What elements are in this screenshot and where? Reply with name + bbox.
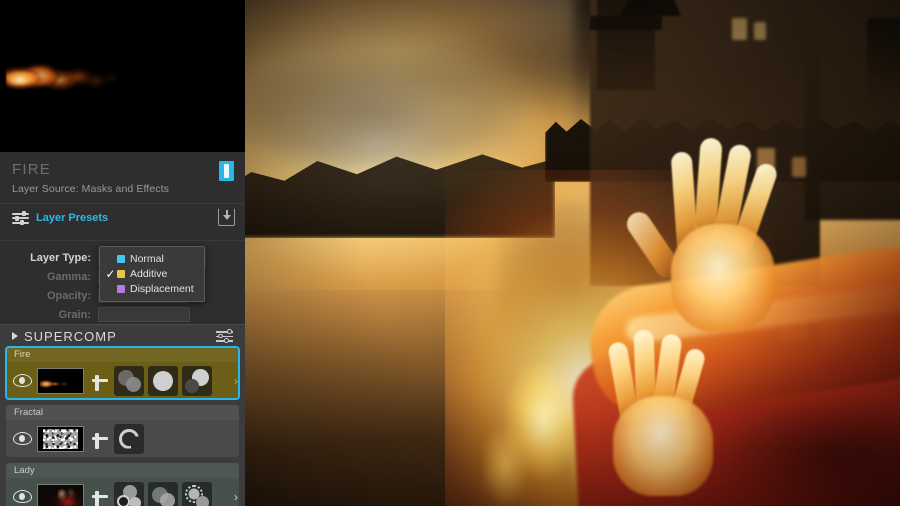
palm xyxy=(613,396,713,496)
robe-shadow xyxy=(715,400,900,506)
effect-shape xyxy=(196,495,209,506)
expand-arrow-icon[interactable] xyxy=(12,332,18,340)
add-effect-plus-icon[interactable] xyxy=(89,428,111,450)
add-effect-plus-icon[interactable] xyxy=(89,486,111,506)
layer-thumbnail[interactable] xyxy=(37,425,84,452)
layer-body: › xyxy=(6,478,239,506)
thumbnail-content xyxy=(38,484,83,506)
effect-shape xyxy=(129,496,141,506)
effect-shape xyxy=(153,370,173,391)
page-title: FIRE xyxy=(12,161,51,178)
effect-thumbnail[interactable] xyxy=(148,365,178,396)
layer-presets-label[interactable]: Layer Presets xyxy=(36,212,108,224)
add-effect-plus-icon[interactable] xyxy=(89,370,111,392)
visibility-eye-icon[interactable] xyxy=(13,432,32,445)
layer-source-book-icon[interactable] xyxy=(219,161,234,181)
menu-item-additive[interactable]: ✓ Additive xyxy=(100,266,204,281)
visibility-eye-icon[interactable] xyxy=(13,374,32,387)
castle-window xyxy=(754,22,766,40)
stack-settings-icon[interactable] xyxy=(216,329,233,343)
effect-thumbnail[interactable] xyxy=(114,423,144,454)
layer-row-fractal[interactable]: Fractal xyxy=(6,405,239,457)
effect-shape xyxy=(119,428,139,449)
thumbnail-content xyxy=(40,379,70,388)
effect-thumbnail[interactable] xyxy=(182,365,212,396)
layer-row-fire[interactable]: Fire › xyxy=(5,346,240,400)
grain-row: Grain: xyxy=(0,305,245,324)
menu-swatch xyxy=(117,284,125,293)
layer-name-label: Lady xyxy=(6,463,239,478)
layer-body xyxy=(6,420,239,457)
menu-item-displacement[interactable]: Displacement xyxy=(100,281,204,296)
properties-panel: FIRE Layer Source: Masks and Effects Lay… xyxy=(0,152,245,324)
composite-viewport[interactable] xyxy=(245,0,900,506)
fire-element-preview xyxy=(6,62,134,98)
thumbnail-content xyxy=(43,428,78,449)
castle-window xyxy=(792,157,806,177)
menu-item-label: Additive xyxy=(130,267,168,280)
layer-name-label: Fractal xyxy=(6,405,239,420)
opacity-label: Opacity: xyxy=(46,289,91,302)
layer-thumbnail[interactable] xyxy=(37,483,84,506)
effect-shape xyxy=(185,378,199,393)
layer-type-label: Layer Type: xyxy=(30,251,91,264)
menu-swatch xyxy=(117,254,125,263)
effect-thumbnail[interactable] xyxy=(182,481,212,506)
sliders-icon xyxy=(12,211,29,225)
grain-input[interactable] xyxy=(98,307,190,322)
grain-label: Grain: xyxy=(58,308,91,321)
layer-type-dropdown-menu[interactable]: Normal ✓ Additive Displacement xyxy=(99,246,205,302)
layer-thumbnail[interactable] xyxy=(37,367,84,394)
layer-row-lady[interactable]: Lady › xyxy=(6,463,239,506)
visibility-eye-icon[interactable] xyxy=(13,490,32,503)
more-effects-chevron-icon[interactable]: › xyxy=(234,374,238,388)
menu-item-label: Displacement xyxy=(130,282,194,295)
layer-source-label: Layer Source: Masks and Effects xyxy=(12,183,169,195)
layer-body: › xyxy=(6,362,239,399)
properties-header: FIRE Layer Source: Masks and Effects xyxy=(0,152,245,195)
layer-stack-panel: SUPERCOMP Fire › Fractal Lady › xyxy=(0,324,245,506)
effect-thumbnail[interactable] xyxy=(114,365,144,396)
layers-container: Fire › Fractal Lady › xyxy=(5,346,240,506)
lower-hand xyxy=(575,329,735,506)
application-window: FIRE Layer Source: Masks and Effects Lay… xyxy=(0,0,900,506)
layer-name-label: Fire xyxy=(6,347,239,362)
save-preset-icon[interactable] xyxy=(218,208,235,226)
palm xyxy=(671,224,775,332)
check-icon: ✓ xyxy=(105,266,116,281)
layer-stack-title: SUPERCOMP xyxy=(24,328,117,344)
effect-thumbnail[interactable] xyxy=(114,481,144,506)
left-panel: FIRE Layer Source: Masks and Effects Lay… xyxy=(0,0,245,506)
castle-turret xyxy=(867,18,900,108)
menu-item-label: Normal xyxy=(130,252,164,265)
effect-shape xyxy=(160,492,175,506)
layer-stack-header[interactable]: SUPERCOMP xyxy=(6,325,239,347)
more-effects-chevron-icon[interactable]: › xyxy=(234,490,238,504)
effect-thumbnail[interactable] xyxy=(148,481,178,506)
menu-item-normal[interactable]: Normal xyxy=(100,251,204,266)
effect-shape xyxy=(117,494,130,506)
castle-roof xyxy=(621,0,681,16)
castle-window xyxy=(732,18,747,40)
layer-presets-row[interactable]: Layer Presets xyxy=(0,204,245,232)
gamma-label: Gamma: xyxy=(46,270,91,283)
effect-shape xyxy=(126,376,141,392)
element-preview-viewport[interactable] xyxy=(0,0,245,152)
menu-swatch xyxy=(117,269,125,278)
